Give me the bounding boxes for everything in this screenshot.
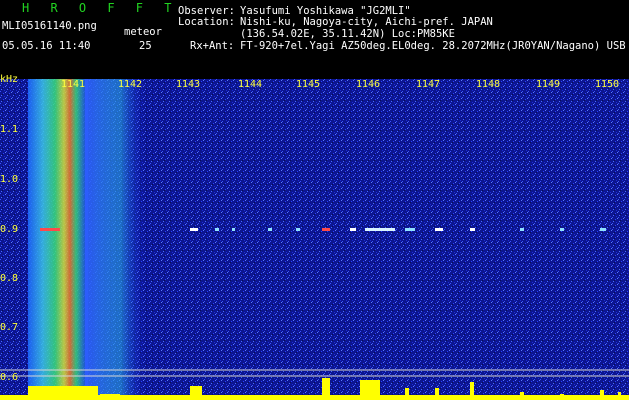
brand-title: H R O F F T xyxy=(22,1,179,15)
echo-fragment xyxy=(268,228,272,231)
y-axis-unit: kHz xyxy=(0,74,19,85)
spectrogram-canvas xyxy=(0,79,629,400)
x-tick: 1147 xyxy=(416,79,441,90)
x-tick: 1150 xyxy=(595,79,620,90)
x-tick: 1145 xyxy=(296,79,321,90)
x-tick: 1141 xyxy=(61,79,86,90)
y-tick: 0.9 xyxy=(0,224,19,235)
y-tick: 0.7 xyxy=(0,322,19,333)
echo-fragment xyxy=(365,228,395,231)
location-value: Nishi-ku, Nagoya-city, Aichi-pref. JAPAN xyxy=(240,16,493,28)
echo-fragment xyxy=(350,228,356,231)
y-tick: 0.8 xyxy=(0,273,19,284)
echo-fragment xyxy=(296,228,300,231)
x-tick: 1149 xyxy=(536,79,561,90)
datetime: 05.05.16 11:40 xyxy=(2,40,91,52)
echo-fragment xyxy=(40,228,60,231)
y-tick: 0.6 xyxy=(0,372,19,383)
header-panel: H R O F F T MLI05161140.png 05.05.16 11:… xyxy=(0,0,629,72)
echo-fragment xyxy=(232,228,235,231)
location-coords: (136.54.02E, 35.11.42N) Loc:PM85KE xyxy=(240,28,455,40)
filename: MLI05161140.png xyxy=(2,20,97,32)
spectrogram xyxy=(0,79,629,400)
echo-fragment xyxy=(600,228,606,231)
echo-fragment xyxy=(435,228,443,231)
interference-band xyxy=(28,79,88,400)
y-tick: 1.1 xyxy=(0,124,19,135)
echo-fragment xyxy=(560,228,564,231)
x-tick: 1148 xyxy=(476,79,501,90)
echo-fragment xyxy=(520,228,524,231)
signal-floor xyxy=(0,395,629,400)
x-tick: 1146 xyxy=(356,79,381,90)
rx-label: Rx+Ant: xyxy=(190,40,235,52)
echo-fragment xyxy=(470,228,475,231)
x-tick: 1142 xyxy=(118,79,143,90)
echo-fragment xyxy=(215,228,219,231)
echo-fragment xyxy=(190,228,198,231)
location-label: Location: xyxy=(178,16,235,28)
echo-fragment xyxy=(405,228,415,231)
meteor-label: meteor xyxy=(124,26,162,38)
rx-value: FT-920+7el.Yagi AZ50deg.EL0deg. 28.2072M… xyxy=(240,40,626,52)
interference-tail xyxy=(85,79,145,400)
meteor-count: 25 xyxy=(139,40,152,52)
y-tick: 1.0 xyxy=(0,174,19,185)
x-tick: 1143 xyxy=(176,79,201,90)
echo-fragment xyxy=(322,228,330,231)
x-tick: 1144 xyxy=(238,79,263,90)
